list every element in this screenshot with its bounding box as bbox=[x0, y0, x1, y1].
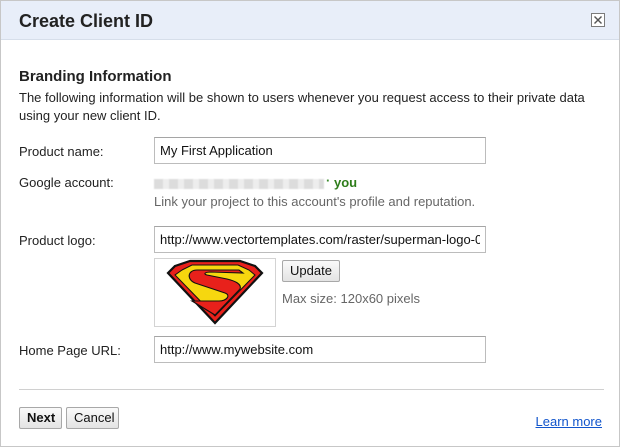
close-icon[interactable] bbox=[591, 13, 605, 27]
product-logo-label: Product logo: bbox=[19, 233, 96, 248]
update-logo-button[interactable]: Update bbox=[282, 260, 340, 282]
google-account-hint: Link your project to this account's prof… bbox=[154, 194, 476, 209]
cancel-button[interactable]: Cancel bbox=[66, 407, 119, 429]
home-page-url-input[interactable] bbox=[154, 336, 486, 363]
next-button[interactable]: Next bbox=[19, 407, 62, 429]
home-page-url-label: Home Page URL: bbox=[19, 343, 121, 358]
product-logo-url-input[interactable] bbox=[154, 226, 486, 253]
google-account-email-redacted bbox=[154, 179, 324, 189]
google-account-label: Google account: bbox=[19, 175, 114, 190]
logo-preview bbox=[154, 258, 276, 327]
branding-heading: Branding Information bbox=[19, 68, 172, 85]
footer-divider bbox=[19, 389, 604, 390]
logo-max-size-hint: Max size: 120x60 pixels bbox=[282, 291, 421, 306]
google-account-you: you bbox=[334, 175, 358, 190]
learn-more-link[interactable]: Learn more bbox=[536, 414, 602, 429]
product-name-label: Product name: bbox=[19, 144, 104, 159]
branding-description: The following information will be shown … bbox=[19, 90, 585, 123]
product-name-input[interactable] bbox=[154, 137, 486, 164]
dialog-titlebar: Create Client ID bbox=[1, 1, 619, 40]
superman-logo bbox=[166, 259, 264, 325]
google-account-separator: · bbox=[326, 173, 331, 188]
create-client-id-dialog: Create Client ID Branding Information Th… bbox=[0, 0, 620, 447]
dialog-title: Create Client ID bbox=[19, 11, 154, 31]
